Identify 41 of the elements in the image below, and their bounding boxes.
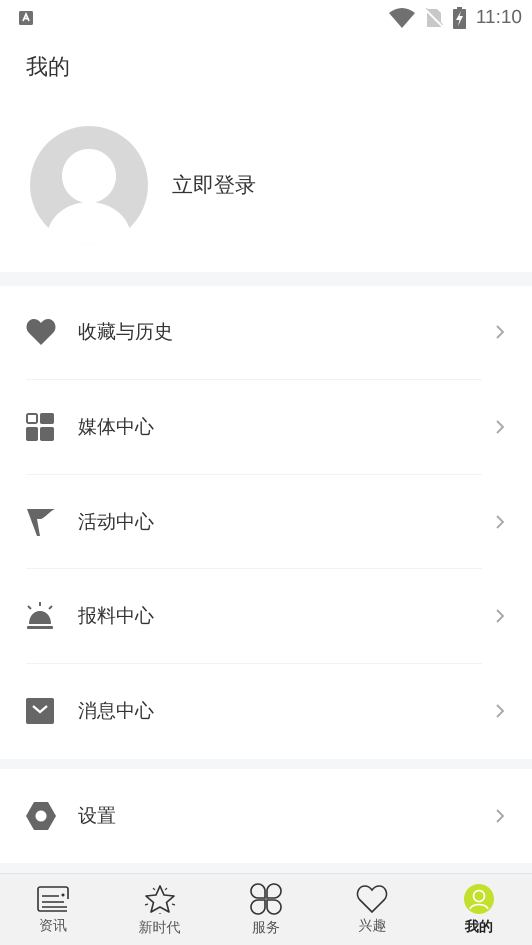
menu-item[interactable]: 报料中心 xyxy=(26,569,482,664)
menu-item[interactable]: 收藏与历史 xyxy=(26,286,482,380)
page-title: 我的 xyxy=(26,54,70,82)
chevron-icon xyxy=(496,514,504,529)
clover-icon xyxy=(250,882,282,915)
menu-label: 媒体中心 xyxy=(78,414,155,440)
chevron-icon xyxy=(496,420,504,434)
battery-charging-icon xyxy=(452,6,466,29)
menu-item[interactable]: 活动中心 xyxy=(26,474,482,570)
flag-icon xyxy=(26,506,56,537)
chevron-icon xyxy=(496,704,504,718)
nav-tab[interactable]: 服务 xyxy=(212,874,320,945)
star-icon xyxy=(142,882,177,915)
wifi-icon xyxy=(388,8,415,28)
login-link[interactable]: 立即登录 xyxy=(172,171,256,199)
menu-label: 活动中心 xyxy=(78,510,155,535)
nav-tab[interactable]: 资讯 xyxy=(0,874,106,945)
newspaper-icon xyxy=(37,884,70,913)
keyboard-icon xyxy=(19,10,33,25)
chevron-icon xyxy=(496,609,504,624)
settings-icon xyxy=(26,802,56,830)
chevron-icon xyxy=(496,325,504,340)
chevron-icon xyxy=(496,808,504,823)
heart-icon xyxy=(26,319,56,346)
status-time: 11:10 xyxy=(476,6,522,29)
grid-icon xyxy=(26,412,54,441)
mail-icon xyxy=(26,698,54,724)
menu-item[interactable]: 媒体中心 xyxy=(26,380,482,475)
menu-item[interactable]: 消息中心 xyxy=(26,664,482,759)
menu-label: 设置 xyxy=(78,804,117,829)
avatar-icon[interactable] xyxy=(30,126,148,244)
alarm-light-icon xyxy=(26,602,54,630)
menu-label: 报料中心 xyxy=(78,604,155,630)
user-icon xyxy=(464,884,494,914)
heart-icon xyxy=(356,884,388,913)
menu-label: 消息中心 xyxy=(78,699,155,724)
menu-label: 收藏与历史 xyxy=(78,320,174,346)
no-sim-icon xyxy=(424,8,443,28)
nav-tab[interactable]: 我的 xyxy=(426,874,532,945)
nav-tab[interactable]: 新时代 xyxy=(106,874,213,945)
nav-tab[interactable]: 兴趣 xyxy=(319,874,426,945)
